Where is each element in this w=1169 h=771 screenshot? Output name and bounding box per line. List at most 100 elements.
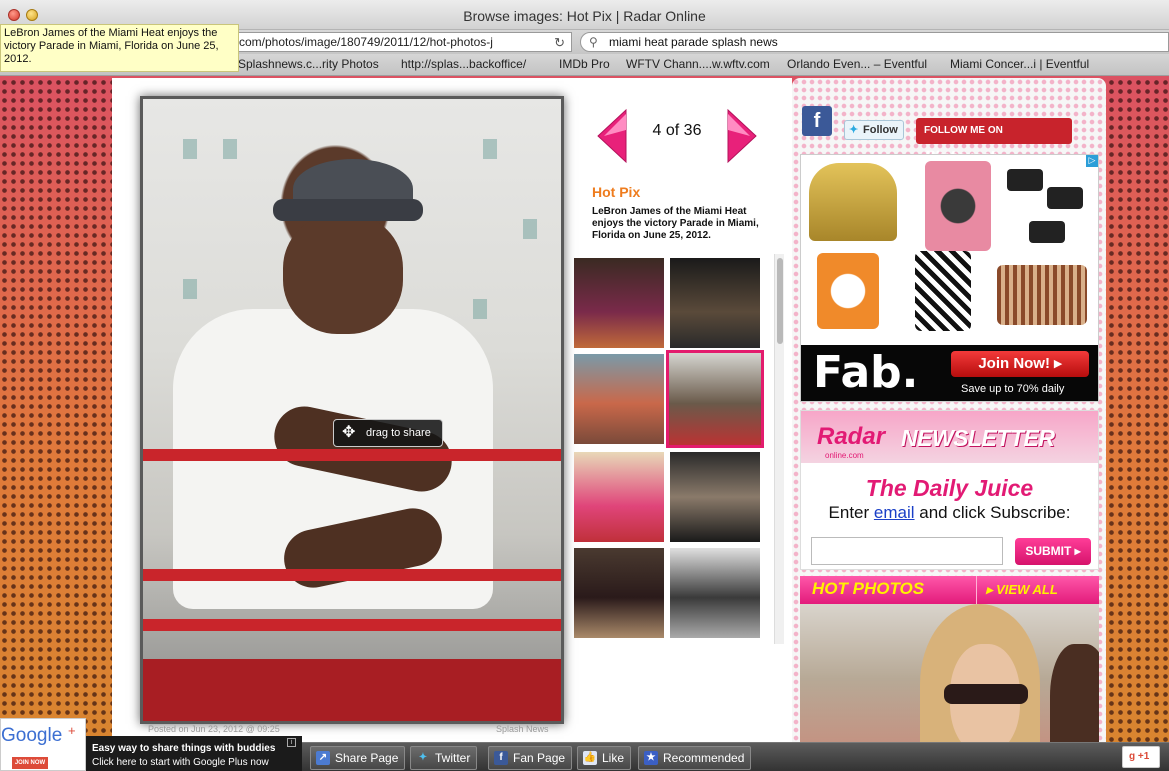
thumbnail[interactable] [574,452,664,542]
join-now-ad-button[interactable]: Join Now! ▸ [951,351,1089,377]
main-photo[interactable]: ✥ drag to share [140,96,564,724]
radar-site: online.com [825,451,864,460]
submit-button[interactable]: SUBMIT ▸ [1015,538,1091,565]
google-plus-widget[interactable]: Google + JOIN NOW [0,718,86,771]
drag-to-share-button[interactable]: ✥ drag to share [333,419,443,447]
search-icon: ⚲ [589,35,598,49]
newsletter-email-input[interactable] [811,537,1003,565]
ad-choices-icon[interactable]: ▷ [1086,155,1098,167]
gallery-content: ✥ drag to share Posted on Jun 23, 2012 @… [112,78,792,771]
newsletter-title: NEWSLETTER [901,425,1055,451]
google-plus-promo[interactable]: Easy way to share things with buddies Cl… [86,736,302,771]
fan-page-label: Fan Page [513,751,566,765]
previous-arrow-icon[interactable] [596,108,628,164]
promo-subtext: Click here to start with Google Plus now [92,757,269,768]
address-bar[interactable]: com/photos/image/180749/2011/12/hot-phot… [236,32,572,52]
google-plus-one-button[interactable]: g +1 [1122,746,1160,768]
view-all-label: VIEW ALL [996,582,1058,597]
twitter-follow-label: Follow [863,124,898,136]
search-query: miami heat parade splash news [609,35,778,49]
ad-banner: Fab. Join Now! ▸ Save up to 70% daily [801,345,1098,401]
next-arrow-icon[interactable] [726,108,758,164]
ad-furniture-image [915,251,971,331]
fab-advertisement[interactable]: ▷ Fab. Join Now! ▸ Save up to 70% daily [800,154,1099,402]
ad-furniture-image [1029,221,1065,243]
like-label: Like [602,751,625,765]
ad-furniture-image [925,161,991,251]
page-counter: 4 of 36 [652,122,702,139]
fan-page-button[interactable]: f Fan Page [488,746,573,770]
info-icon[interactable]: i [287,738,296,747]
address-bar-url: com/photos/image/180749/2011/12/hot-phot… [239,35,493,49]
thumbs-up-icon: 👍 [583,751,597,765]
posted-date: Posted on Jun 23, 2012 @ 09:25 [148,724,280,734]
google-plus-sign: + [68,723,76,738]
thumbnail[interactable] [574,354,664,444]
twitter-share-button[interactable]: ✦ Twitter [410,746,478,770]
share-toolbar: ↗ Share Page ✦ Twitter f Fan Page 👍 Like… [302,742,1169,771]
ad-tagline: Save up to 70% daily [961,383,1065,395]
submit-label: SUBMIT [1025,544,1072,558]
radar-logo: Radar [817,423,886,450]
search-input[interactable]: ⚲ miami heat parade splash news [580,32,1169,52]
hot-photos-header: HOT PHOTOS ▸ VIEW ALL [800,576,1099,604]
right-sidebar: f ✦ Follow FOLLOW ME ON Pinterest ▷ Fab.… [792,78,1106,771]
fab-logo: Fab. [813,347,919,398]
pinterest-follow-button[interactable]: FOLLOW ME ON Pinterest [916,118,1072,165]
photo-caption: LeBron James of the Miami Heat enjoys th… [592,206,759,241]
daily-juice-heading: The Daily Juice [865,475,1034,501]
newsletter-instructions: Enter email and click Subscribe: [801,503,1098,523]
thumbnail[interactable] [574,548,664,638]
move-icon: ✥ [342,424,356,441]
ad-furniture-image [1007,169,1043,191]
share-page-button[interactable]: ↗ Share Page [310,746,406,770]
share-page-icon: ↗ [316,751,330,765]
thumbnail-scrollbar[interactable] [774,254,784,644]
ad-furniture-image [1047,187,1083,209]
promo-headline: Easy way to share things with buddies [92,743,276,754]
thumbnail-scrollbar-knob[interactable] [777,258,783,344]
thumbnail-grid [572,256,766,640]
share-page-label: Share Page [335,751,399,765]
facebook-small-icon: f [494,751,508,765]
twitter-follow-button[interactable]: ✦ Follow [844,120,904,140]
thumbnail-selected[interactable] [666,350,764,448]
window-title: Browse images: Hot Pix | Radar Online [463,8,706,24]
view-all-link[interactable]: ▸ VIEW ALL [986,582,1058,598]
thumbnail[interactable] [670,258,760,348]
hot-photos-title: HOT PHOTOS [812,579,925,598]
recommended-button[interactable]: ★ Recommended [638,746,752,770]
newsletter-header: Radar NEWSLETTER online.com [801,411,1098,463]
email-link[interactable]: email [874,503,915,522]
facebook-icon[interactable]: f [802,106,832,136]
reload-icon[interactable]: ↻ [554,34,565,51]
bookmark-item[interactable]: Splashnews.c...rity Photos [238,57,379,71]
ad-furniture-image [817,253,879,329]
instructions-suffix: and click Subscribe: [919,503,1071,522]
thumbnail[interactable] [670,452,760,542]
google-join-now-button[interactable]: JOIN NOW [12,757,48,769]
newsletter-signup: Radar NEWSLETTER online.com The Daily Ju… [800,410,1099,570]
twitter-icon: ✦ [418,752,428,763]
like-button[interactable]: 👍 Like [577,746,632,770]
bookmark-item[interactable]: http://splas...backoffice/ [401,57,526,71]
bookmark-item[interactable]: WFTV Chann....w.wftv.com [626,57,770,71]
thumbnail[interactable] [670,548,760,638]
bookmark-item[interactable]: Miami Concer...i | Eventful [950,57,1089,71]
thumbnail[interactable] [574,258,664,348]
bookmark-item[interactable]: Orlando Even... – Eventful [787,57,927,71]
join-now-label: Join Now! [978,355,1050,372]
ad-furniture-image [997,265,1087,325]
instructions-prefix: Enter [828,503,870,522]
hover-tooltip: LeBron James of the Miami Heat enjoys th… [0,24,239,72]
bookmark-item[interactable]: IMDb Pro [559,57,610,71]
ad-furniture-image [809,163,897,241]
recommended-label: Recommended [663,751,745,765]
star-icon: ★ [644,751,658,765]
photo-credit: Splash News [496,724,549,734]
pinterest-follow-prefix: FOLLOW ME ON [924,125,1003,136]
plus-one-icon: g [1129,751,1136,762]
twitter-bird-icon: ✦ [849,124,859,136]
google-logo-text: Google [1,725,63,746]
main-photo-image [143,99,561,721]
